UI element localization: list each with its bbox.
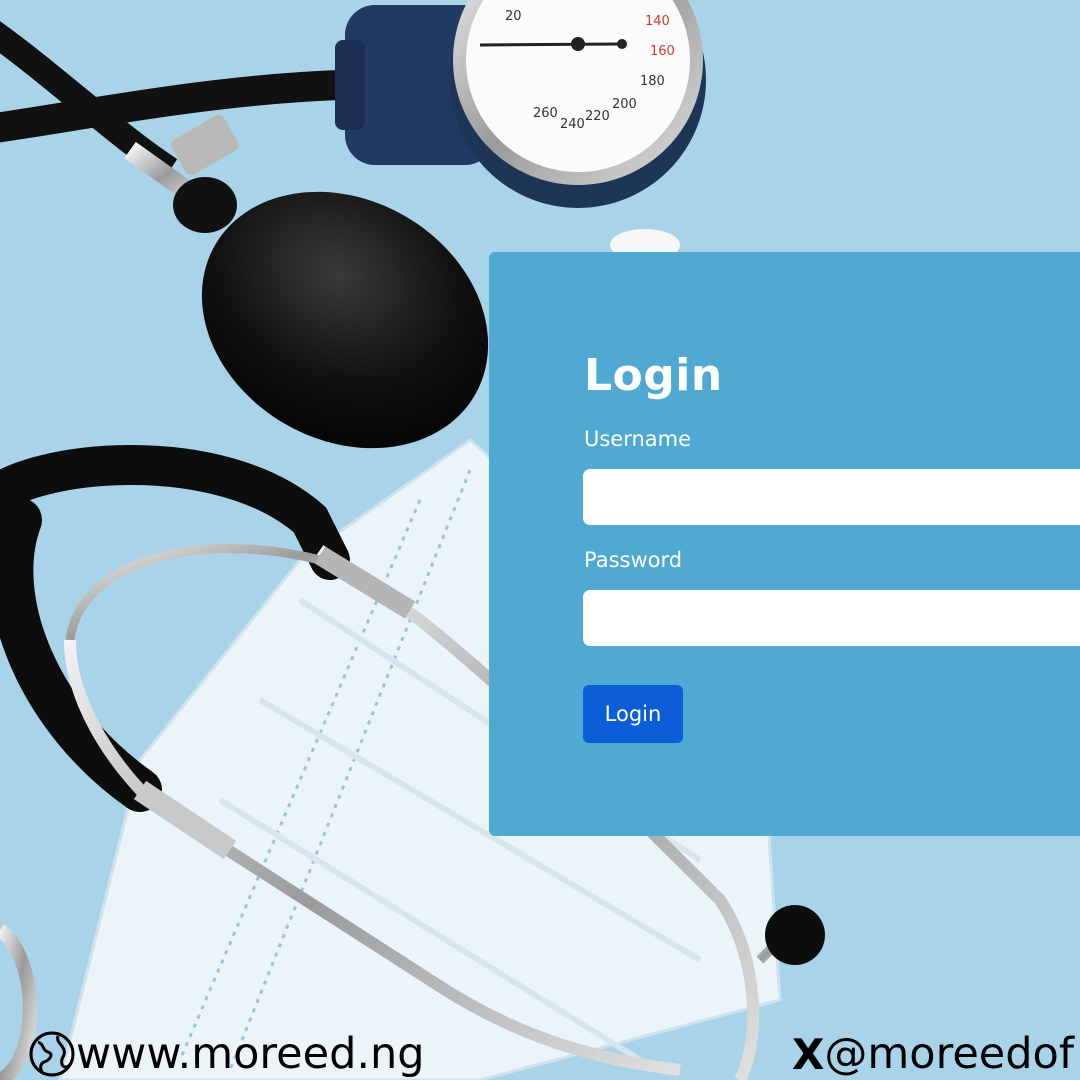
login-button[interactable]: Login xyxy=(583,685,683,743)
website-text: www.moreed.ng xyxy=(76,1029,425,1079)
svg-text:140: 140 xyxy=(645,14,670,29)
svg-text:260: 260 xyxy=(533,106,558,121)
login-title: Login xyxy=(584,350,723,401)
username-field[interactable] xyxy=(583,469,1080,525)
password-label: Password xyxy=(584,548,683,572)
globe-icon xyxy=(29,1031,75,1077)
login-card: Login Username Password Login xyxy=(489,252,1080,836)
social-handle-text: @moreedof xyxy=(824,1029,1074,1079)
svg-text:180: 180 xyxy=(640,74,665,89)
login-screen: 20 140 160 180 200 220 240 260 Login Use… xyxy=(0,0,1080,1080)
username-label: Username xyxy=(584,427,692,451)
gauge-icon: 20 140 160 180 200 220 240 260 xyxy=(335,0,706,208)
password-field[interactable] xyxy=(583,590,1080,646)
svg-text:220: 220 xyxy=(585,109,610,124)
x-logo-icon: X xyxy=(792,1029,825,1079)
footer-social-link[interactable]: X @moreedof xyxy=(792,1026,1074,1080)
svg-text:20: 20 xyxy=(505,9,522,24)
svg-text:200: 200 xyxy=(612,97,637,112)
svg-text:240: 240 xyxy=(560,117,585,132)
footer-website-link[interactable]: www.moreed.ng xyxy=(28,1026,425,1080)
svg-text:160: 160 xyxy=(650,44,675,59)
